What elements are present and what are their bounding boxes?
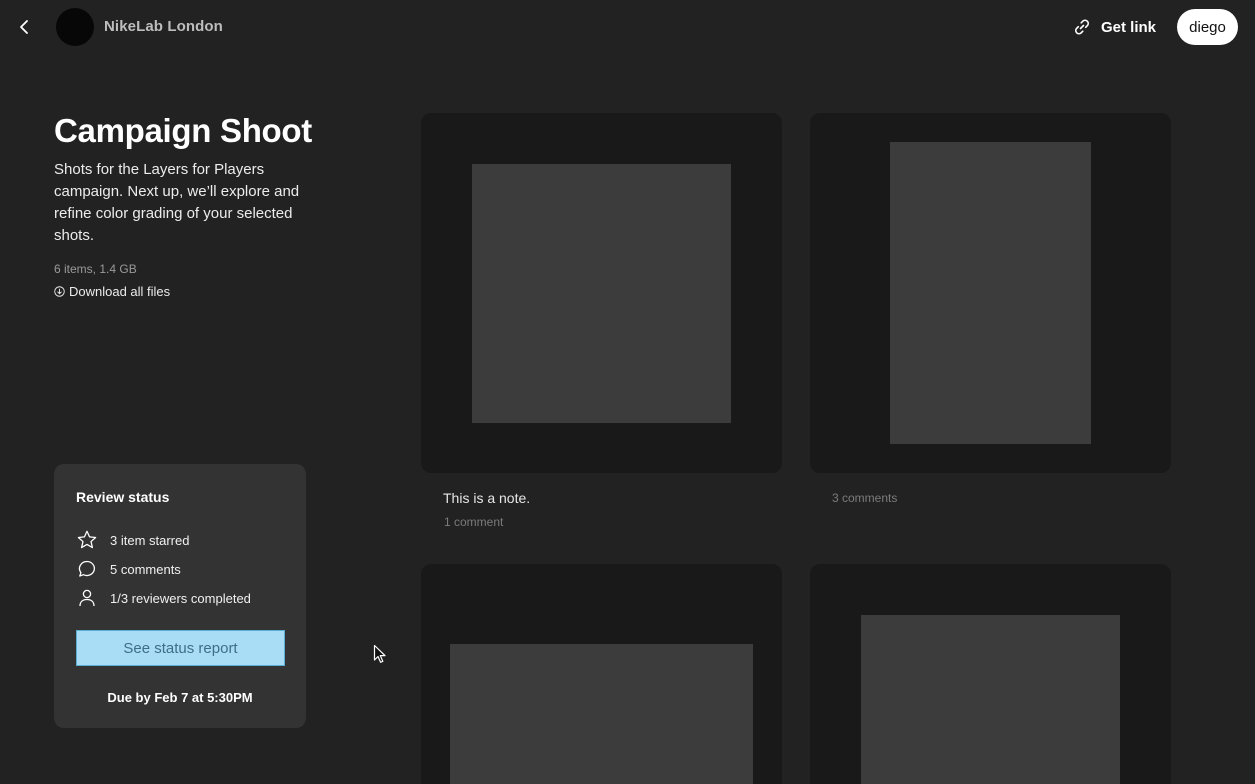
comment-icon	[78, 560, 96, 577]
page: NikeLab London Get link diego Campaign S…	[0, 0, 1255, 784]
download-all-label: Download all files	[69, 284, 171, 299]
item-card[interactable]	[810, 113, 1171, 473]
star-icon	[77, 530, 97, 549]
starred-label: 3 item starred	[110, 532, 190, 548]
item-thumbnail	[472, 164, 731, 423]
download-icon	[54, 286, 65, 297]
chevron-left-icon	[20, 20, 28, 34]
item-note: This is a note.	[443, 490, 531, 506]
project-description: Shots for the Layers for Players campaig…	[54, 161, 300, 244]
item-card[interactable]	[421, 113, 782, 473]
starred-stat: 3 item starred	[74, 529, 189, 551]
item-thumbnail	[890, 142, 1091, 444]
comments-label: 5 comments	[110, 561, 181, 577]
item-comments[interactable]: 3 comments	[832, 491, 897, 505]
comments-stat: 5 comments	[74, 558, 181, 580]
get-link-label: Get link	[1101, 18, 1157, 36]
mouse-cursor-icon	[373, 644, 386, 663]
reviewers-label: 1/3 reviewers completed	[110, 590, 251, 606]
item-comments[interactable]: 1 comment	[444, 515, 503, 529]
item-card[interactable]	[810, 564, 1171, 784]
review-status-panel: Review status 3 item starred 5 comments	[54, 464, 306, 728]
project-meta: 6 items, 1.4 GB	[54, 262, 137, 276]
link-icon	[1075, 19, 1089, 35]
person-icon	[79, 589, 95, 607]
org-name[interactable]: NikeLab London	[104, 18, 223, 35]
download-all-link[interactable]: Download all files	[54, 284, 170, 299]
back-button[interactable]	[14, 16, 34, 38]
item-thumbnail	[450, 644, 753, 784]
item-thumbnail	[861, 615, 1120, 784]
item-card[interactable]	[421, 564, 782, 784]
due-date: Due by Feb 7 at 5:30PM	[107, 690, 253, 705]
get-link-button[interactable]: Get link	[1072, 16, 1156, 38]
user-menu-button[interactable]: diego	[1177, 9, 1238, 45]
review-status-title: Review status	[76, 489, 170, 505]
see-status-report-button[interactable]: See status report	[76, 630, 285, 666]
page-title: Campaign Shoot	[54, 112, 312, 149]
reviewers-stat: 1/3 reviewers completed	[74, 587, 251, 609]
org-avatar[interactable]	[56, 8, 94, 46]
